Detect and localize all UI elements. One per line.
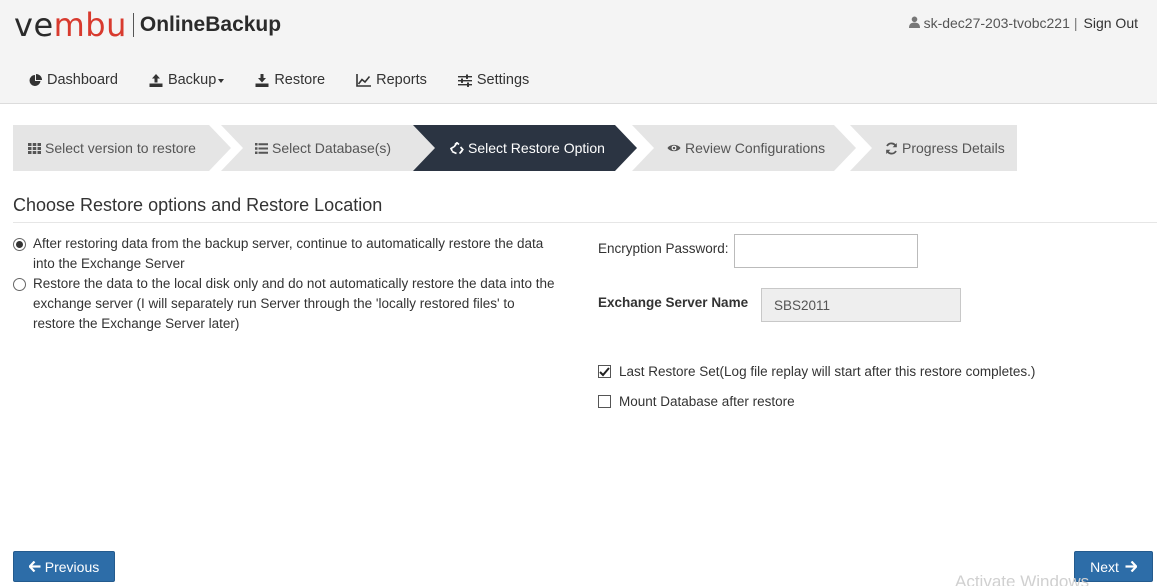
step-label-wrap: Select Database(s) [255,140,391,156]
radio-label: After restoring data from the backup ser… [33,234,543,274]
nav-dashboard[interactable]: Dashboard [29,72,118,88]
last-restore-set-checkbox[interactable] [598,365,611,378]
page-title: Choose Restore options and Restore Locat… [13,195,383,215]
recycle-icon [450,141,464,155]
radio-label-line: Restore the data to the local disk only … [33,276,555,291]
mount-database-option[interactable]: Mount Database after restore [598,394,795,409]
upload-icon [149,73,163,87]
title-divider [13,222,1157,223]
step-label-wrap: Select Restore Option [450,140,605,156]
logo-text-mbu: mbu [53,6,127,44]
next-button-label: Next [1090,558,1119,575]
wizard-step-select-database[interactable]: Select Database(s) [221,125,439,171]
app-header: ve mbu OnlineBackup sk-dec27-203-tvobc221… [0,0,1157,104]
refresh-icon [885,142,898,155]
last-restore-set-option[interactable]: Last Restore Set(Log file replay will st… [598,364,1035,379]
arrow-right-icon [1125,561,1137,572]
exchange-server-name-label: Exchange Server Name [598,295,749,310]
previous-button[interactable]: Previous [13,551,115,582]
radio-selected-dot [16,241,23,248]
mount-database-label: Mount Database after restore [619,394,795,409]
download-icon [255,73,269,87]
previous-button-label: Previous [44,558,100,575]
checkmark-icon [599,366,610,376]
step-label-wrap: Select version to restore [28,140,196,156]
line-chart-icon [356,73,372,87]
step-label: Select Database(s) [272,140,392,156]
arrow-left-icon [28,561,41,572]
eye-icon [667,143,681,153]
mount-database-checkbox[interactable] [598,395,611,408]
last-restore-set-label: Last Restore Set(Log file replay will st… [619,364,1036,379]
encryption-password-input[interactable] [735,235,917,267]
grid-icon [28,142,41,154]
nav-restore[interactable]: Restore [255,72,325,88]
nav-restore-label: Restore [274,72,326,88]
encryption-password-field[interactable] [734,234,918,268]
wizard-step-review[interactable]: Review Configurations [632,125,856,171]
nav-backup[interactable]: Backup [149,72,225,88]
restore-option-local-disk[interactable]: Restore the data to the local disk only … [13,274,555,334]
nav-settings[interactable]: Settings [457,72,530,88]
radio-label-line: exchange server (I will separately run S… [33,296,515,311]
logo-divider [132,13,134,37]
step-label: Review Configurations [685,140,826,156]
chevron-down-icon [218,79,225,83]
nav-backup-label: Backup [167,72,217,88]
wizard-step-restore-option[interactable]: Select Restore Option [413,125,637,171]
sign-out-link[interactable]: Sign Out [1084,15,1138,31]
user-separator: | [1073,15,1078,31]
wizard-step-select-version[interactable]: Select version to restore [13,125,231,171]
pie-chart-icon [29,73,42,87]
user-icon [908,15,920,31]
step-label: Progress Details [902,140,1005,156]
main-nav: Dashboard Backup Restore Reports Setting… [29,72,560,88]
nav-reports[interactable]: Reports [356,72,427,88]
radio-label-line: After restoring data from the backup ser… [33,236,544,251]
activate-windows-watermark: Activate Windows [955,572,1090,586]
logo-text-ve: ve [14,6,54,44]
nav-reports-label: Reports [376,72,427,88]
radio-label-line: into the Exchange Server [33,256,185,271]
radio-label-line: restore the Exchange Server later) [33,316,240,331]
wizard-step-progress[interactable]: Progress Details [850,125,1017,171]
product-name: OnlineBackup [139,13,282,36]
radio-button[interactable] [13,278,26,291]
step-label: Select version to restore [45,140,196,156]
user-bar: sk-dec27-203-tvobc221 | Sign Out [908,15,1138,31]
step-label-wrap: Progress Details [885,140,1005,156]
radio-button[interactable] [13,238,26,251]
step-label-wrap: Review Configurations [667,140,825,156]
step-label: Select Restore Option [468,140,605,156]
list-icon [255,142,268,154]
encryption-password-label: Encryption Password: [598,241,729,256]
radio-label: Restore the data to the local disk only … [33,274,555,334]
nav-dashboard-label: Dashboard [47,72,118,88]
sliders-icon [457,74,472,87]
vembu-logo[interactable]: ve mbu OnlineBackup [14,6,282,44]
restore-wizard-steps: Select version to restore Select Databas… [13,125,1017,171]
nav-settings-label: Settings [476,72,530,88]
restore-option-automatic[interactable]: After restoring data from the backup ser… [13,234,543,274]
username: sk-dec27-203-tvobc221 [923,15,1070,31]
exchange-server-name-field: SBS2011 [761,288,961,322]
